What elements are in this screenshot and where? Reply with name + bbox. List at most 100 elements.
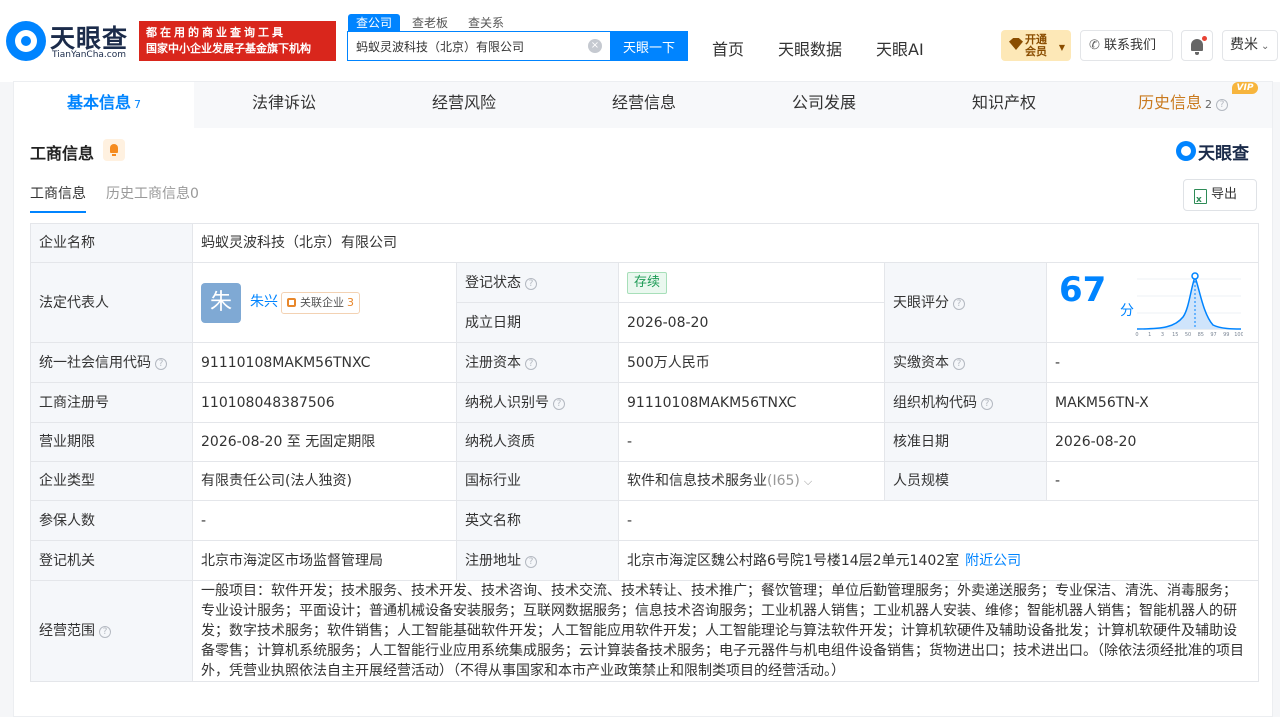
contact-us-label: 联系我们 (1104, 38, 1157, 53)
industry-value: 软件和信息技术服务业 (627, 472, 767, 489)
help-icon[interactable]: ? (953, 357, 965, 370)
address-cell: 北京市海淀区魏公村路6号院1号楼14层2单元1402室 附近公司 (617, 540, 1260, 581)
tab-operating-info[interactable]: 经营信息 (554, 82, 734, 128)
paid-capital-label-text: 实缴资本 (893, 354, 949, 371)
score-axis-tick: 99 (1223, 332, 1229, 338)
search-tab-boss[interactable]: 查老板 (404, 14, 456, 32)
status-label: 登记状态? (456, 262, 619, 303)
help-icon[interactable]: ? (953, 297, 965, 310)
tab-intellectual-property[interactable]: 知识产权 (914, 82, 1094, 128)
status-cell: 存续 (618, 262, 885, 303)
search-type-tabs: 查公司 查老板 查关系 (348, 14, 516, 32)
chevron-down-icon: ⌄ (1261, 41, 1270, 52)
authority-label: 登记机关 (30, 540, 193, 581)
vip-line-2: 会员 (1025, 45, 1047, 58)
help-icon[interactable]: ? (1216, 99, 1228, 111)
credit-code-value: 91110108MAKM56TNXC (192, 342, 457, 383)
nearby-companies-link[interactable]: 附近公司 (965, 553, 1021, 569)
score-axis-tick: 50 (1185, 332, 1191, 338)
type-label: 企业类型 (30, 461, 193, 501)
score-axis-labels: 0 1 3 15 50 85 97 99 100 (1135, 332, 1243, 338)
help-icon[interactable]: ? (155, 357, 167, 370)
table-row: 参保人数 - 英文名称 - (30, 500, 1260, 541)
tab-history-info[interactable]: VIP 历史信息 2? (1094, 82, 1272, 128)
scope-label: 经营范围? (30, 580, 193, 682)
help-icon[interactable]: ? (525, 357, 537, 370)
related-label: 关联企业 (300, 295, 344, 309)
section-tabs: 基本信息 7 法律诉讼 经营风险 经营信息 公司发展 知识产权 VIP 历史信息 2… (14, 82, 1272, 128)
bell-icon[interactable] (103, 139, 125, 161)
address-label-text: 注册地址 (465, 552, 521, 569)
notification-dot (1202, 36, 1207, 41)
tab-operating-risk[interactable]: 经营风险 (374, 82, 554, 128)
tab-label: 知识产权 (971, 93, 1036, 112)
org-code-value: MAKM56TN-X (1045, 382, 1260, 423)
industry-code: (I65) (767, 472, 800, 489)
search-button[interactable]: 天眼一下 (610, 31, 688, 61)
org-code-label-text: 组织机构代码 (893, 394, 977, 411)
search-tab-company[interactable]: 查公司 (348, 14, 401, 32)
tab-basic-info[interactable]: 基本信息 7 (14, 82, 194, 128)
search-tab-relation[interactable]: 查关系 (460, 14, 512, 32)
slogan-banner: 都在用的商业查询工具 国家中小企业发展子基金旗下机构 (139, 21, 336, 61)
diamond-icon (1009, 38, 1023, 50)
score-axis-tick: 100 (1234, 332, 1243, 338)
help-icon[interactable]: ? (525, 555, 537, 568)
en-name-label: 英文名称 (456, 500, 619, 541)
type-value: 有限责任公司(法人独资) (192, 461, 457, 501)
user-menu[interactable]: 费米 ⌄ (1222, 30, 1278, 61)
subtab-business-info[interactable]: 工商信息 (30, 183, 86, 213)
legal-rep-name[interactable]: 朱兴 (250, 292, 278, 312)
score-axis-tick: 15 (1172, 332, 1178, 338)
scope-value: 一般项目：软件开发；技术服务、技术开发、技术咨询、技术交流、技术转让、技术推广；… (191, 580, 1260, 682)
score-axis-tick: 3 (1161, 332, 1164, 338)
tab-label: 经营风险 (431, 93, 496, 112)
nav-ai[interactable]: 天眼AI (876, 36, 924, 60)
subtab-history-business-info[interactable]: 历史工商信息0 (106, 183, 199, 213)
industry-label: 国标行业 (456, 461, 619, 501)
reg-capital-label-text: 注册资本 (465, 354, 521, 371)
tab-company-development[interactable]: 公司发展 (734, 82, 914, 128)
clear-icon[interactable]: × (588, 39, 602, 53)
avatar[interactable]: 朱 (201, 282, 241, 323)
tab-litigation[interactable]: 法律诉讼 (194, 82, 374, 128)
taxpayer-qual-label: 纳税人资质 (456, 422, 619, 462)
score-cell[interactable]: 67 分 0 1 3 15 50 85 97 99 100 (1045, 262, 1260, 343)
eye-logo-icon (6, 21, 46, 61)
help-icon[interactable]: ? (553, 397, 565, 410)
top-header: 天眼查 TianYanCha.com 都在用的商业查询工具 国家中小企业发展子基… (0, 0, 1280, 82)
tab-label: 基本信息 (66, 93, 131, 112)
scope-label-text: 经营范围 (39, 623, 95, 639)
notification-button[interactable] (1181, 30, 1213, 61)
reg-no-label: 工商注册号 (30, 382, 193, 423)
related-companies-badge[interactable]: 关联企业 3 (281, 291, 360, 314)
score-value: 67 (1059, 269, 1107, 310)
contact-us-button[interactable]: ✆ 联系我们 (1080, 30, 1173, 61)
nav-home[interactable]: 首页 (712, 36, 744, 60)
score-axis-tick: 1 (1148, 332, 1151, 338)
staff-value: - (1045, 461, 1260, 501)
industry-cell[interactable]: 软件和信息技术服务业(I65) ⌵ (618, 461, 885, 501)
help-icon[interactable]: ? (981, 397, 993, 410)
staff-label: 人员规模 (884, 461, 1047, 501)
export-button[interactable]: 导出 (1183, 179, 1257, 215)
approve-date-value: 2026-08-20 (1045, 422, 1260, 462)
score-marker-dot (1191, 271, 1199, 280)
reg-no-value: 110108048387506 (192, 382, 457, 423)
term-value: 2026-08-20 至 无固定期限 (192, 422, 457, 462)
phone-icon: ✆ (1089, 38, 1100, 53)
credit-code-label-text: 统一社会信用代码 (39, 354, 151, 371)
score-unit: 分 (1120, 302, 1134, 319)
tianyancha-brand-mark: 天眼查 (1176, 139, 1258, 164)
score-label-text: 天眼评分 (893, 294, 949, 311)
nav-data[interactable]: 天眼数据 (778, 36, 842, 60)
tab-label: 经营信息 (611, 93, 676, 112)
tab-count: 7 (134, 98, 141, 111)
company-name-value: 蚂蚁灵波科技（北京）有限公司 (191, 223, 1260, 263)
help-icon[interactable]: ? (525, 277, 537, 290)
open-vip-button[interactable]: 开通 会员 ▼ (1001, 30, 1071, 61)
help-icon[interactable]: ? (99, 626, 111, 638)
tianyancha-logo[interactable]: 天眼查 TianYanCha.com (6, 20, 132, 62)
score-distribution-chart: 0 1 3 15 50 85 97 99 100 (1135, 271, 1243, 338)
search-input[interactable] (356, 32, 584, 60)
